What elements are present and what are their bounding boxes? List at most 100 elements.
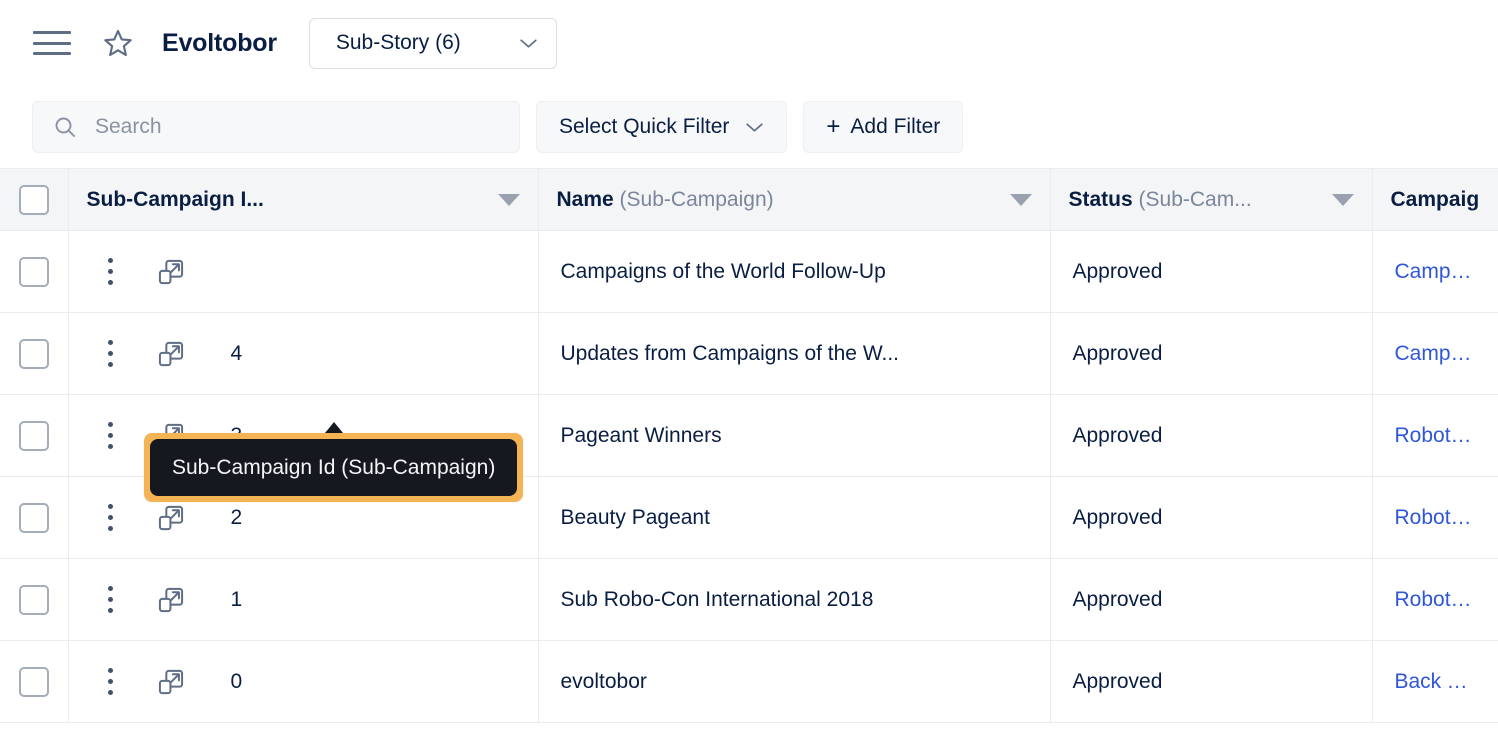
cell-value: Pageant Winners xyxy=(560,423,722,447)
cell-value: Approved xyxy=(1072,669,1163,693)
sort-triangle-icon[interactable] xyxy=(1331,193,1354,206)
table-row[interactable]: 1 Sub Robo-Con International 2018 Approv… xyxy=(0,558,1498,641)
cell-value: Approved xyxy=(1072,587,1163,611)
cell-sub-campaign-id[interactable]: 1 xyxy=(68,558,539,641)
sort-triangle-icon[interactable] xyxy=(497,193,520,206)
row-select-cell[interactable] xyxy=(0,476,69,559)
tooltip-text: Sub-Campaign Id (Sub-Campaign) xyxy=(150,439,518,496)
cell-status[interactable]: Approved xyxy=(1050,476,1373,559)
row-select-cell[interactable] xyxy=(0,312,69,395)
cell-name[interactable]: evoltobor xyxy=(538,640,1051,723)
row-checkbox[interactable] xyxy=(18,256,49,287)
quick-filter-dropdown[interactable]: Select Quick Filter xyxy=(536,101,788,153)
more-options-icon[interactable] xyxy=(91,422,131,449)
cell-name[interactable]: Beauty Pageant xyxy=(538,476,1051,559)
open-in-new-window-icon[interactable] xyxy=(157,668,185,696)
cell-value: 2 xyxy=(230,505,243,529)
table-row[interactable]: 4 Updates from Campaigns of the W... App… xyxy=(0,312,1498,395)
add-filter-button[interactable]: + Add Filter xyxy=(803,101,964,153)
cell-campaign[interactable]: Campaig xyxy=(1372,312,1498,395)
cell-name[interactable]: Sub Robo-Con International 2018 xyxy=(538,558,1051,641)
cell-name[interactable]: Pageant Winners xyxy=(538,394,1051,477)
cell-campaign[interactable]: Robot-Co xyxy=(1372,558,1498,641)
row-checkbox[interactable] xyxy=(18,502,49,533)
cell-value: 1 xyxy=(230,587,243,611)
chevron-down-icon xyxy=(746,122,764,132)
more-options-icon[interactable] xyxy=(91,340,131,367)
column-header-sub-campaign-id[interactable]: Sub-Campaign I... xyxy=(68,168,539,231)
story-selector[interactable]: Sub-Story (6) xyxy=(308,17,557,69)
column-header-label: Sub-Campaign I... xyxy=(86,187,264,211)
column-header-name[interactable]: Name (Sub-Campaign) xyxy=(538,168,1051,231)
open-in-new-window-icon[interactable] xyxy=(157,504,185,532)
more-options-icon[interactable] xyxy=(91,258,131,285)
row-checkbox[interactable] xyxy=(18,584,49,615)
cell-name[interactable]: Updates from Campaigns of the W... xyxy=(538,312,1051,395)
column-header-label: Campaig xyxy=(1390,187,1480,211)
table-header-row: Sub-Campaign I... Name (Sub-Campaign) St… xyxy=(0,168,1498,231)
add-filter-label: Add Filter xyxy=(850,115,941,138)
row-checkbox[interactable] xyxy=(18,338,49,369)
more-options-icon[interactable] xyxy=(91,586,131,613)
column-header-sublabel: (Sub-Cam... xyxy=(1138,187,1252,211)
campaign-link[interactable]: Campaig xyxy=(1373,260,1498,284)
search-box[interactable] xyxy=(32,101,520,153)
sort-triangle-icon[interactable] xyxy=(1009,193,1032,206)
chevron-down-icon xyxy=(520,38,537,48)
cell-campaign[interactable]: Robot Be xyxy=(1372,476,1498,559)
cell-campaign[interactable]: Back To S xyxy=(1372,640,1498,723)
cell-value: Approved xyxy=(1072,505,1163,529)
campaign-link[interactable]: Back To S xyxy=(1373,670,1498,694)
row-select-cell[interactable] xyxy=(0,230,69,313)
row-select-cell[interactable] xyxy=(0,558,69,641)
more-options-icon[interactable] xyxy=(91,504,131,531)
cell-status[interactable]: Approved xyxy=(1050,230,1373,313)
cell-status[interactable]: Approved xyxy=(1050,394,1373,477)
cell-status[interactable]: Approved xyxy=(1050,312,1373,395)
cell-sub-campaign-id[interactable]: 4 xyxy=(68,312,539,395)
plus-icon: + xyxy=(826,113,841,140)
table-row[interactable]: 0 evoltobor Approved Back To S xyxy=(0,640,1498,723)
cell-campaign[interactable]: Campaig xyxy=(1372,230,1498,313)
cell-status[interactable]: Approved xyxy=(1050,640,1373,723)
cell-status[interactable]: Approved xyxy=(1050,558,1373,641)
top-bar: Evoltobor Sub-Story (6) xyxy=(0,0,1498,86)
more-options-icon[interactable] xyxy=(91,668,131,695)
filter-bar: Select Quick Filter + Add Filter xyxy=(0,86,1498,168)
open-in-new-window-icon[interactable] xyxy=(157,340,185,368)
campaign-link[interactable]: Robot Be xyxy=(1373,506,1498,530)
campaign-link[interactable]: Robot Be xyxy=(1373,424,1498,448)
column-header-label: Name xyxy=(556,187,614,211)
tooltip-highlight-ring: Sub-Campaign Id (Sub-Campaign) xyxy=(144,433,524,502)
cell-value: Sub Robo-Con International 2018 xyxy=(560,587,874,611)
row-select-cell[interactable] xyxy=(0,640,69,723)
data-table-container: Sub-Campaign I... Name (Sub-Campaign) St… xyxy=(0,168,1498,723)
table-row[interactable]: Campaigns of the World Follow-Up Approve… xyxy=(0,230,1498,313)
cell-value: Approved xyxy=(1072,259,1163,283)
star-icon xyxy=(104,29,132,57)
open-in-new-window-icon[interactable] xyxy=(157,586,185,614)
cell-name[interactable]: Campaigns of the World Follow-Up xyxy=(538,230,1051,313)
cell-value: 0 xyxy=(230,669,243,693)
cell-value: evoltobor xyxy=(560,669,647,693)
campaign-link[interactable]: Robot-Co xyxy=(1373,588,1498,612)
cell-value: Beauty Pageant xyxy=(560,505,710,529)
row-select-cell[interactable] xyxy=(0,394,69,477)
select-all-header[interactable] xyxy=(0,168,69,231)
table-header: Sub-Campaign I... Name (Sub-Campaign) St… xyxy=(0,168,1498,231)
open-in-new-window-icon[interactable] xyxy=(157,258,185,286)
search-input[interactable] xyxy=(93,114,503,140)
page-title: Evoltobor xyxy=(162,28,277,57)
hamburger-menu-button[interactable] xyxy=(30,21,74,65)
row-checkbox[interactable] xyxy=(18,420,49,451)
row-checkbox[interactable] xyxy=(18,666,49,697)
favorite-button[interactable] xyxy=(96,21,140,65)
campaign-link[interactable]: Campaig xyxy=(1373,342,1498,366)
column-header-campaign[interactable]: Campaig xyxy=(1372,168,1498,231)
cell-sub-campaign-id[interactable] xyxy=(68,230,539,313)
cell-sub-campaign-id[interactable]: 0 xyxy=(68,640,539,723)
column-header-status[interactable]: Status (Sub-Cam... xyxy=(1050,168,1373,231)
select-all-checkbox[interactable] xyxy=(18,184,49,215)
column-header-label: Status xyxy=(1068,187,1133,211)
cell-campaign[interactable]: Robot Be xyxy=(1372,394,1498,477)
